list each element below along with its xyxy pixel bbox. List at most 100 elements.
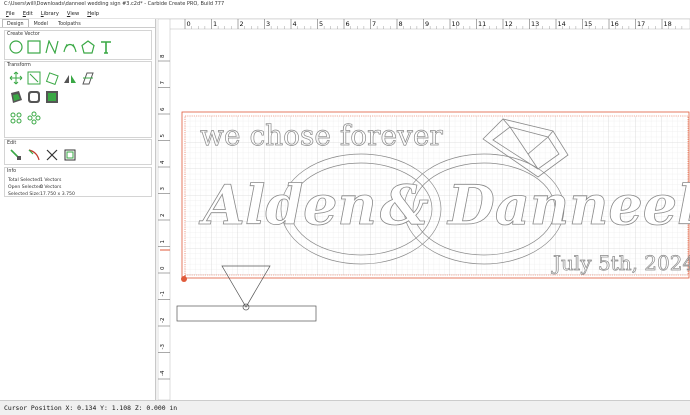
rectangle-tool-button[interactable] [25, 39, 43, 55]
ruler-y-label: 8 [160, 54, 166, 58]
create-vector-section: Create Vector [4, 30, 152, 60]
ruler-y-label: -3 [160, 344, 166, 350]
ruler-x-label: 14 [558, 20, 566, 28]
fillet-button[interactable] [25, 89, 43, 105]
snap-button[interactable] [61, 147, 79, 163]
polyline-tool-button[interactable] [43, 39, 61, 55]
offset-icon [11, 91, 22, 103]
scale-button[interactable] [25, 70, 43, 86]
boolean-button[interactable] [43, 89, 61, 105]
info-row: Selected Size: 17.750 x 3.750 [8, 192, 75, 197]
ruler-x-label: 0 [187, 20, 191, 28]
circular-array-button[interactable] [25, 110, 43, 126]
curve-icon [63, 43, 77, 53]
ruler-x-label: 13 [531, 20, 539, 28]
ruler-x-label: 6 [346, 20, 350, 28]
ruler-x-label: 5 [319, 20, 323, 28]
ruler-x-label: 11 [478, 20, 486, 28]
ruler-x-label: 3 [266, 20, 270, 28]
curve-tool-button[interactable] [61, 39, 79, 55]
array-button[interactable] [7, 110, 25, 126]
ruler-y-label: 0 [160, 266, 166, 270]
edit-heading: Edit [7, 141, 17, 146]
mirror-icon [64, 75, 76, 83]
ruler-x-label: 9 [425, 20, 429, 28]
ruler-y-label: 3 [160, 187, 166, 191]
boolean-icon [46, 91, 58, 103]
menu-file[interactable]: File [6, 11, 15, 17]
text-tool-button[interactable] [97, 39, 115, 55]
node-edit-icon [10, 149, 21, 160]
rotate-button[interactable] [43, 70, 61, 86]
offset-button[interactable] [7, 89, 25, 105]
snap-icon [64, 149, 76, 161]
transform-section: Transform [4, 61, 152, 138]
move-icon [9, 71, 23, 85]
circle-icon [9, 40, 23, 54]
menu-bar: File Edit Library View Help [0, 9, 690, 19]
menu-edit[interactable]: Edit [23, 11, 33, 17]
left-ruler [158, 19, 171, 400]
ruler-x-label: 2 [240, 20, 244, 28]
info-row: Open Selected: 0 Vectors [8, 185, 62, 190]
rectangle-icon [27, 40, 41, 54]
ruler-x-label: 18 [664, 20, 672, 28]
ruler-x-label: 1 [213, 20, 217, 28]
ruler-y-label: 1 [160, 240, 166, 244]
node-edit-button[interactable] [7, 147, 25, 163]
tab-design[interactable]: Design [2, 19, 29, 27]
knife-icon [28, 149, 40, 161]
ruler-y-label: -4 [160, 370, 166, 376]
menu-library[interactable]: Library [41, 11, 59, 17]
panel-tabs: Design Model Toolpaths [0, 19, 155, 28]
circle-tool-button[interactable] [7, 39, 25, 55]
canvas-svg: 0 1 2 3 4 5 6 7 8 9 10 11 12 13 14 15 16 17 18 876543210-1… [158, 19, 690, 400]
array-icon [10, 112, 22, 124]
sign-name-alden: Alden [198, 173, 377, 237]
design-canvas[interactable]: 0 1 2 3 4 5 6 7 8 9 10 11 12 13 14 15 16 17 18 8 7 6 5 4 3 2 1 0 -1… [158, 19, 690, 400]
text-icon [101, 41, 111, 54]
tab-toolpaths[interactable]: Toolpaths [53, 19, 86, 27]
knife-button[interactable] [25, 147, 43, 163]
rotate-icon [45, 72, 59, 85]
ruler-x-label: 7 [372, 20, 376, 28]
ruler-x-label: 10 [452, 20, 460, 28]
menu-help[interactable]: Help [87, 11, 99, 17]
scale-icon [27, 71, 41, 85]
fillet-icon [28, 91, 40, 103]
ruler-x-label: 17 [637, 20, 645, 28]
cursor-position-status: Cursor Position X: 0.134 Y: 1.108 Z: 0.0… [0, 400, 690, 414]
menu-view[interactable]: View [67, 11, 79, 17]
ruler-y-label: 7 [160, 81, 166, 85]
ruler-x-label: 15 [584, 20, 592, 28]
info-section: Info Total Selected: 1 Vectors Open Selec… [4, 167, 152, 197]
sign-line1: we chose forever [200, 119, 443, 152]
info-heading: Info [7, 169, 17, 174]
sign-ampersand: & [380, 173, 429, 237]
move-button[interactable] [7, 70, 25, 86]
ruler-x-label: 16 [611, 20, 619, 28]
transform-heading: Transform [7, 63, 31, 68]
ruler-x-label: 12 [505, 20, 513, 28]
edit-section: Edit [4, 139, 152, 165]
sign-date: July 5th, 2024 [551, 251, 690, 275]
trim-icon [46, 149, 58, 161]
tab-model[interactable]: Model [29, 19, 53, 27]
polygon-tool-button[interactable] [79, 39, 97, 55]
polygon-icon [81, 40, 95, 54]
create-vector-heading: Create Vector [7, 32, 40, 37]
circular-array-icon [27, 111, 41, 125]
ruler-y-label: -2 [160, 318, 166, 323]
ruler-y-label: 4 [160, 160, 166, 164]
left-panel: Design Model Toolpaths Create Vector Tra… [0, 19, 156, 400]
ruler-x-label: 4 [293, 20, 297, 28]
ruler-x-label: 8 [399, 20, 403, 28]
ruler-y-label: 2 [160, 214, 166, 218]
window-title: C:\Users\will\Downloads\danneel wedding … [0, 0, 690, 9]
align-button[interactable] [79, 70, 97, 86]
trim-button[interactable] [43, 147, 61, 163]
align-icon [82, 72, 94, 85]
polyline-icon [45, 40, 59, 54]
mirror-button[interactable] [61, 70, 79, 86]
info-row: Total Selected: 1 Vectors [8, 178, 62, 183]
